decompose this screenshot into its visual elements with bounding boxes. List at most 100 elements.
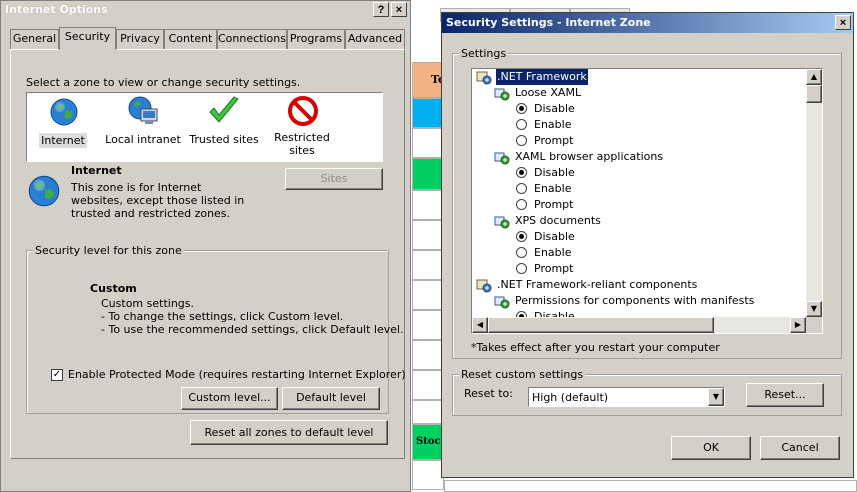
intranet-icon — [127, 95, 159, 127]
group-label: Security level for this zone — [33, 244, 184, 257]
horizontal-scrollbar[interactable]: ◀ ▶ — [472, 317, 806, 333]
reset-to-label: Reset to: — [464, 387, 513, 400]
radio-button[interactable] — [516, 167, 527, 178]
tree-label: Disable — [534, 310, 575, 317]
help-button[interactable]: ? — [373, 2, 389, 17]
cancel-button[interactable]: Cancel — [760, 436, 840, 460]
default-level-button[interactable]: Default level — [282, 387, 380, 410]
window-title: Security Settings - Internet Zone — [446, 16, 651, 29]
reset-button[interactable]: Reset... — [746, 383, 824, 407]
settings-gear-icon — [494, 295, 510, 309]
reset-to-select[interactable]: High (default) ▼ — [528, 387, 725, 407]
zone-label: Trusted sites — [189, 133, 259, 146]
tree-label: Enable — [534, 118, 572, 131]
sheet-cell — [412, 370, 444, 400]
tab-programs[interactable]: Programs — [287, 29, 345, 49]
sheet-row — [444, 480, 857, 492]
restricted-icon — [287, 95, 319, 127]
sheet-cell — [412, 190, 444, 220]
scroll-thumb[interactable] — [806, 85, 822, 103]
tab-security[interactable]: Security — [59, 27, 116, 50]
sheet-cell — [412, 310, 444, 340]
zone-info-description: This zone is for Internet websites, exce… — [71, 181, 245, 220]
level-line: - To change the settings, click Custom l… — [101, 310, 344, 323]
checkmark-icon — [207, 95, 241, 127]
tree-label: .NET Framework-reliant components — [497, 278, 698, 291]
tab-strip: General Security Privacy Content Connect… — [10, 27, 405, 51]
settings-tree: .NET Framework Loose XAML Disable Enable Pro… — [471, 68, 823, 334]
radio-button[interactable] — [516, 135, 527, 146]
zone-label: Internet — [39, 133, 87, 148]
tree-label: Enable — [534, 182, 572, 195]
chevron-down-icon[interactable]: ▼ — [708, 388, 724, 406]
scroll-down-arrow-icon[interactable]: ▼ — [806, 301, 822, 317]
scroll-up-arrow-icon[interactable]: ▲ — [806, 69, 822, 85]
sheet-cell-te: Te — [412, 62, 445, 98]
tree-label: .NET Framework — [495, 69, 589, 86]
radio-button[interactable] — [516, 247, 527, 258]
zone-trusted-sites[interactable]: Trusted sites — [185, 95, 263, 155]
radio-button[interactable] — [516, 183, 527, 194]
scroll-thumb[interactable] — [488, 317, 714, 333]
tree-label: Disable — [534, 230, 575, 243]
sheet-cell — [412, 400, 444, 424]
scroll-corner — [806, 317, 822, 333]
reset-custom-settings-group: Reset custom settings Reset to: High (de… — [452, 368, 842, 416]
tab-connections[interactable]: Connections — [217, 29, 287, 49]
restart-note: *Takes effect after you restart your com… — [471, 341, 720, 354]
sheet-cell — [412, 460, 444, 490]
zone-info-title: Internet — [71, 164, 122, 177]
sheet-cell — [412, 98, 444, 128]
custom-level-button[interactable]: Custom level... — [181, 387, 278, 410]
settings-group: Settings .NET Framework Loose XAML Disable… — [452, 47, 842, 359]
scroll-right-arrow-icon[interactable]: ▶ — [790, 317, 806, 333]
zone-restricted-sites[interactable]: Restricted sites — [267, 95, 337, 159]
settings-gear-icon — [494, 151, 510, 165]
tab-privacy[interactable]: Privacy — [116, 29, 164, 49]
sheet-cell — [412, 220, 444, 250]
level-title: Custom — [90, 282, 137, 295]
protected-mode-checkbox[interactable]: ✓ — [51, 369, 63, 381]
sheet-cell-stock: Stock — [412, 424, 444, 460]
close-button[interactable]: × — [391, 2, 407, 17]
tab-content[interactable]: Content — [164, 29, 217, 49]
window-title: Internet Options — [5, 3, 108, 16]
settings-category-icon — [476, 71, 492, 85]
level-line: - To use the recommended settings, click… — [101, 323, 404, 336]
group-label: Reset custom settings — [459, 368, 586, 381]
reset-to-value: High (default) — [532, 391, 609, 404]
protected-mode-label: Enable Protected Mode (requires restarti… — [68, 368, 406, 381]
tab-general[interactable]: General — [10, 29, 59, 49]
radio-button[interactable] — [516, 199, 527, 210]
sheet-cell — [412, 280, 444, 310]
close-button[interactable]: × — [835, 15, 851, 30]
scroll-left-arrow-icon[interactable]: ◀ — [472, 317, 488, 333]
internet-options-titlebar: Internet Options ? × — [1, 1, 410, 19]
sites-button[interactable]: Sites — [285, 168, 383, 190]
tree-label: XPS documents — [515, 214, 601, 227]
radio-button[interactable] — [516, 263, 527, 274]
zone-label: Local intranet — [105, 133, 181, 146]
tree-label: Loose XAML — [515, 86, 582, 99]
zone-local-intranet[interactable]: Local intranet — [103, 95, 183, 155]
radio-button[interactable] — [516, 119, 527, 130]
settings-category-icon — [476, 279, 492, 293]
tree-label: Prompt — [534, 262, 574, 275]
globe-icon — [27, 174, 61, 208]
tree-label: Prompt — [534, 134, 574, 147]
ok-button[interactable]: OK — [671, 436, 751, 460]
settings-gear-icon — [494, 215, 510, 229]
reset-all-zones-button[interactable]: Reset all zones to default level — [190, 420, 388, 445]
internet-options-window: Internet Options ? × General Security Pr… — [0, 0, 411, 492]
settings-gear-icon — [494, 87, 510, 101]
radio-button[interactable] — [516, 103, 527, 114]
vertical-scrollbar[interactable]: ▲ ▼ — [806, 69, 822, 317]
tab-advanced[interactable]: Advanced — [345, 29, 405, 49]
tree-label: Enable — [534, 246, 572, 259]
radio-button[interactable] — [516, 231, 527, 242]
tree-label: XAML browser applications — [515, 150, 664, 163]
sheet-cell — [412, 158, 444, 190]
zone-internet[interactable]: Internet — [31, 95, 95, 155]
zone-prompt: Select a zone to view or change security… — [26, 76, 301, 89]
security-settings-titlebar: Security Settings - Internet Zone × — [442, 13, 853, 33]
